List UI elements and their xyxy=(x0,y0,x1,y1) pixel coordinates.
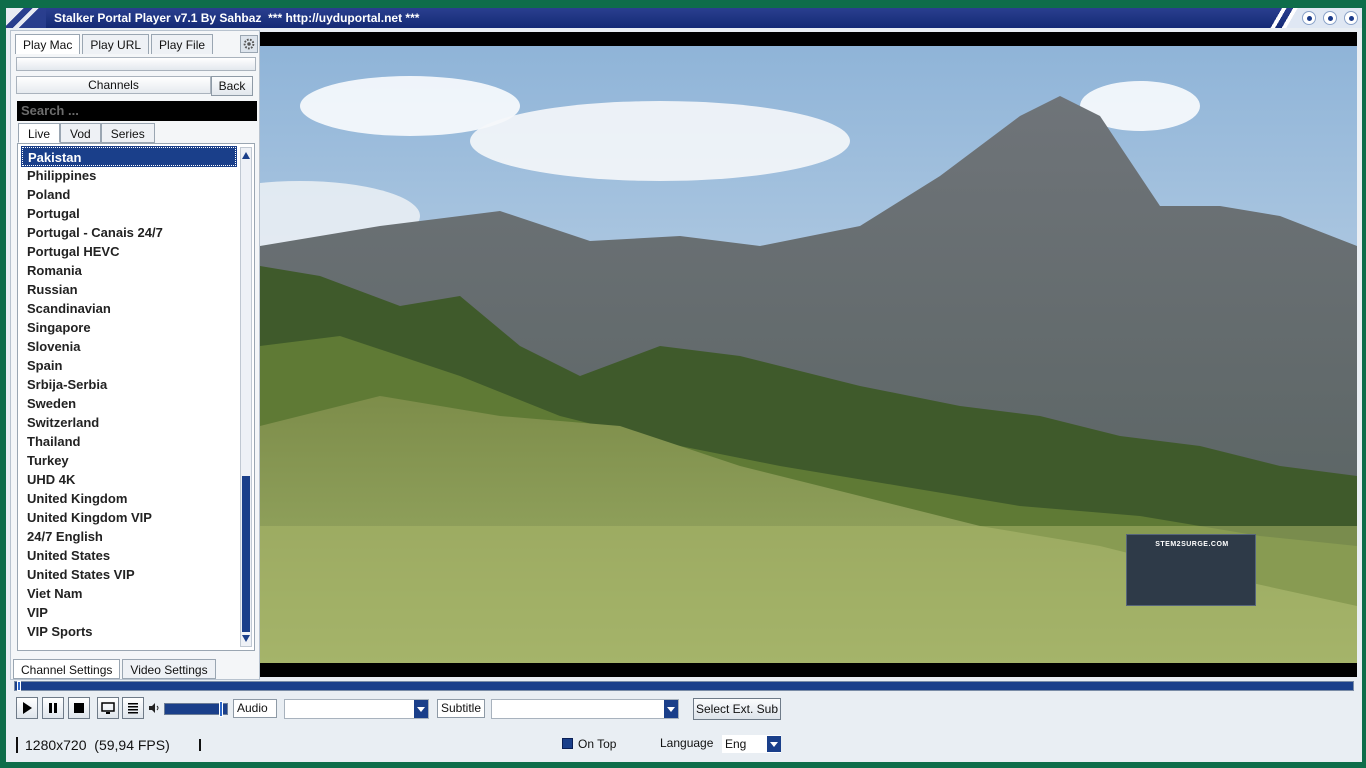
tab-live[interactable]: Live xyxy=(18,123,61,143)
tab-video-settings[interactable]: Video Settings xyxy=(122,659,216,679)
window-right-border xyxy=(1362,8,1366,768)
channel-list-item[interactable]: Spain xyxy=(22,356,236,375)
tab-vod[interactable]: Vod xyxy=(60,123,101,143)
portal-progress-bar xyxy=(16,57,256,71)
seek-bar[interactable] xyxy=(14,681,1354,691)
settings-tabs: Channel Settings Video Settings xyxy=(13,659,218,679)
channel-panel: Play Mac Play URL Play File Channels Bac… xyxy=(10,30,260,680)
channel-list-item[interactable]: Turkey xyxy=(22,451,236,470)
content-type-tabs: Live Vod Series xyxy=(18,123,155,143)
playlist-button[interactable] xyxy=(122,697,144,719)
channel-list-item[interactable]: Philippines xyxy=(22,166,236,185)
speaker-icon[interactable] xyxy=(148,702,160,714)
channel-list-item[interactable]: United Kingdom xyxy=(22,489,236,508)
channel-list-item[interactable]: VIP Sports xyxy=(22,622,236,641)
channel-list-item[interactable]: United States VIP xyxy=(22,565,236,584)
select-ext-sub-button[interactable]: Select Ext. Sub xyxy=(693,698,781,720)
scroll-down-icon[interactable] xyxy=(242,635,250,642)
channel-list-item[interactable]: Pakistan xyxy=(21,146,237,167)
window-left-border xyxy=(0,8,6,768)
pause-button[interactable] xyxy=(42,697,64,719)
search-input[interactable]: Search ... xyxy=(17,101,257,121)
video-player[interactable]: STEM2SURGE.COM xyxy=(260,32,1357,677)
video-overlay-ad[interactable]: STEM2SURGE.COM xyxy=(1126,534,1256,606)
tab-play-file[interactable]: Play File xyxy=(151,34,214,54)
fullscreen-button[interactable] xyxy=(97,697,119,719)
language-select[interactable]: Eng xyxy=(722,735,781,753)
chevron-down-icon[interactable] xyxy=(767,736,781,752)
play-button[interactable] xyxy=(16,697,38,719)
video-info: 1280x720 (59,94 FPS) xyxy=(16,737,170,753)
channel-list-scrollbar[interactable] xyxy=(240,147,252,647)
tab-series[interactable]: Series xyxy=(100,123,155,143)
channels-header: Channels xyxy=(16,76,211,94)
stop-button[interactable] xyxy=(68,697,90,719)
close-icon[interactable] xyxy=(1344,11,1358,25)
window-top-border xyxy=(0,0,1366,8)
title-bar-controls xyxy=(1262,8,1362,28)
play-icon xyxy=(23,702,32,714)
monitor-icon xyxy=(101,702,115,714)
channel-list-item[interactable]: United Kingdom VIP xyxy=(22,508,236,527)
overlay-title: STEM2SURGE.COM xyxy=(1155,541,1229,548)
chevron-down-icon[interactable] xyxy=(414,700,428,718)
channel-list-item[interactable]: Thailand xyxy=(22,432,236,451)
title-bar-decoration xyxy=(6,8,46,28)
audio-label: Audio xyxy=(233,699,277,718)
tab-play-url[interactable]: Play URL xyxy=(82,34,150,54)
tab-play-mac[interactable]: Play Mac xyxy=(15,34,81,54)
channel-list-item[interactable]: Sweden xyxy=(22,394,236,413)
audio-track-select[interactable] xyxy=(284,699,429,719)
channel-list-item[interactable]: VIP xyxy=(22,603,236,622)
fps-text: (59,94 FPS) xyxy=(94,737,170,753)
window-bottom-border xyxy=(0,762,1366,768)
channel-list-item[interactable]: UHD 4K xyxy=(22,470,236,489)
channel-list-item[interactable]: Scandinavian xyxy=(22,299,236,318)
channel-list-item[interactable]: Poland xyxy=(22,185,236,204)
title-bar[interactable]: Stalker Portal Player v7.1 By Sahbaz ***… xyxy=(6,8,1362,28)
scroll-up-icon[interactable] xyxy=(242,152,250,159)
chevron-down-icon[interactable] xyxy=(664,700,678,718)
maximize-icon[interactable] xyxy=(1323,11,1337,25)
channel-list-item[interactable]: 24/7 English xyxy=(22,527,236,546)
settings-button[interactable] xyxy=(240,35,258,53)
pause-icon xyxy=(49,703,57,713)
on-top-label: On Top xyxy=(578,737,617,751)
channel-list-item[interactable]: Romania xyxy=(22,261,236,280)
subtitle-track-select[interactable] xyxy=(491,699,679,719)
channel-list-item[interactable]: Slovenia xyxy=(22,337,236,356)
resolution-text: 1280x720 xyxy=(25,737,87,753)
channel-list-item[interactable]: Portugal xyxy=(22,204,236,223)
subtitle-label: Subtitle xyxy=(437,699,485,718)
gear-icon xyxy=(243,38,255,50)
channel-list-item[interactable]: Srbija-Serbia xyxy=(22,375,236,394)
channel-list: Pakistan Philippines Poland Portugal Portuga… xyxy=(21,146,237,641)
window-title: Stalker Portal Player v7.1 By Sahbaz ***… xyxy=(54,11,420,25)
stop-icon xyxy=(74,703,84,713)
on-top-checkbox[interactable] xyxy=(562,738,573,749)
channel-list-item[interactable]: United States xyxy=(22,546,236,565)
channel-list-box: Pakistan Philippines Poland Portugal Portuga… xyxy=(17,143,255,651)
language-label: Language xyxy=(660,736,714,750)
status-separator xyxy=(199,739,201,751)
scrollbar-thumb[interactable] xyxy=(242,476,250,632)
tab-channel-settings[interactable]: Channel Settings xyxy=(13,659,121,679)
language-value: Eng xyxy=(725,737,747,751)
channel-list-item[interactable]: Russian xyxy=(22,280,236,299)
channel-list-item[interactable]: Viet Nam xyxy=(22,584,236,603)
minimize-icon[interactable] xyxy=(1302,11,1316,25)
back-button[interactable]: Back xyxy=(211,76,253,96)
list-icon xyxy=(128,703,138,714)
seek-handle[interactable] xyxy=(17,681,21,691)
channel-list-item[interactable]: Portugal - Canais 24/7 xyxy=(22,223,236,242)
channel-list-item[interactable]: Portugal HEVC xyxy=(22,242,236,261)
play-mode-tabs: Play Mac Play URL Play File xyxy=(15,34,215,54)
volume-handle[interactable] xyxy=(219,701,224,717)
channel-list-item[interactable]: Switzerland xyxy=(22,413,236,432)
channel-list-item[interactable]: Singapore xyxy=(22,318,236,337)
